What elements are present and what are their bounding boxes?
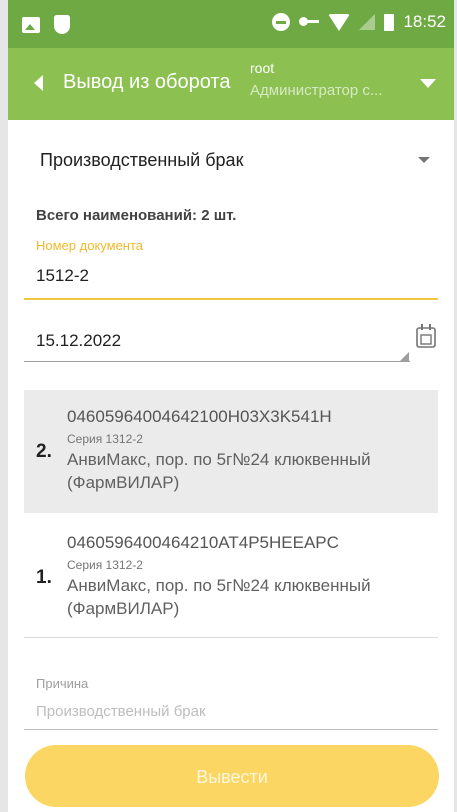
- date-underline: [24, 361, 410, 362]
- calendar-icon[interactable]: [416, 323, 436, 349]
- user-role: Администратор с...: [250, 82, 383, 99]
- date-field[interactable]: 15.12.2022: [36, 331, 121, 351]
- back-arrow-icon[interactable]: [34, 75, 43, 91]
- item-series: Серия 1312-2: [67, 432, 143, 446]
- list-item[interactable]: 1. 0460596400464210AT4P5HEEAPC Серия 131…: [24, 516, 438, 637]
- item-code: 04605964004642100H03X3K541H: [67, 407, 332, 426]
- chevron-down-icon[interactable]: [418, 157, 430, 163]
- shield-icon: [54, 15, 70, 34]
- status-time: 18:52: [403, 12, 446, 31]
- page-title[interactable]: Вывод из оборота: [63, 71, 231, 94]
- reason-underline: [24, 729, 438, 730]
- item-number: 2.: [36, 441, 52, 462]
- item-number: 1.: [36, 567, 52, 588]
- item-series: Серия 1312-2: [67, 558, 143, 572]
- item-name: АнвиМакс, пор. по 5г№24 клюквенный (Фарм…: [67, 450, 371, 492]
- total-items-label: Всего наименований: 2 шт.: [36, 207, 237, 224]
- screen-frame-left: [0, 0, 8, 812]
- user-menu-dropdown-icon[interactable]: [420, 79, 436, 88]
- reason-input[interactable]: Производственный брак: [36, 703, 206, 720]
- item-code: 0460596400464210AT4P5HEEAPC: [67, 533, 339, 552]
- submit-button[interactable]: Вывести: [25, 745, 439, 807]
- reason-select[interactable]: Производственный брак: [40, 150, 243, 171]
- list-divider: [24, 637, 438, 638]
- app-header: Вывод из оборота root Администратор с...: [8, 48, 454, 120]
- reason-label: Причина: [36, 676, 89, 691]
- gallery-icon: [22, 16, 40, 33]
- document-number-underline: [24, 298, 438, 300]
- item-name: АнвиМакс, пор. по 5г№24 клюквенный (Фарм…: [67, 576, 371, 618]
- document-number-label: Номер документа: [36, 238, 144, 253]
- status-bar: 18:52: [8, 0, 454, 48]
- list-item[interactable]: 2. 04605964004642100H03X3K541H Серия 131…: [24, 390, 438, 513]
- date-spinner-corner: [400, 352, 409, 361]
- document-number-input[interactable]: 1512-2: [36, 266, 89, 286]
- battery-icon: [384, 13, 395, 31]
- user-name: root: [250, 60, 275, 76]
- signal-icon: [359, 14, 376, 30]
- vpn-key-icon: [299, 16, 320, 28]
- wifi-off-icon: [328, 13, 351, 31]
- do-not-disturb-icon: [272, 13, 291, 31]
